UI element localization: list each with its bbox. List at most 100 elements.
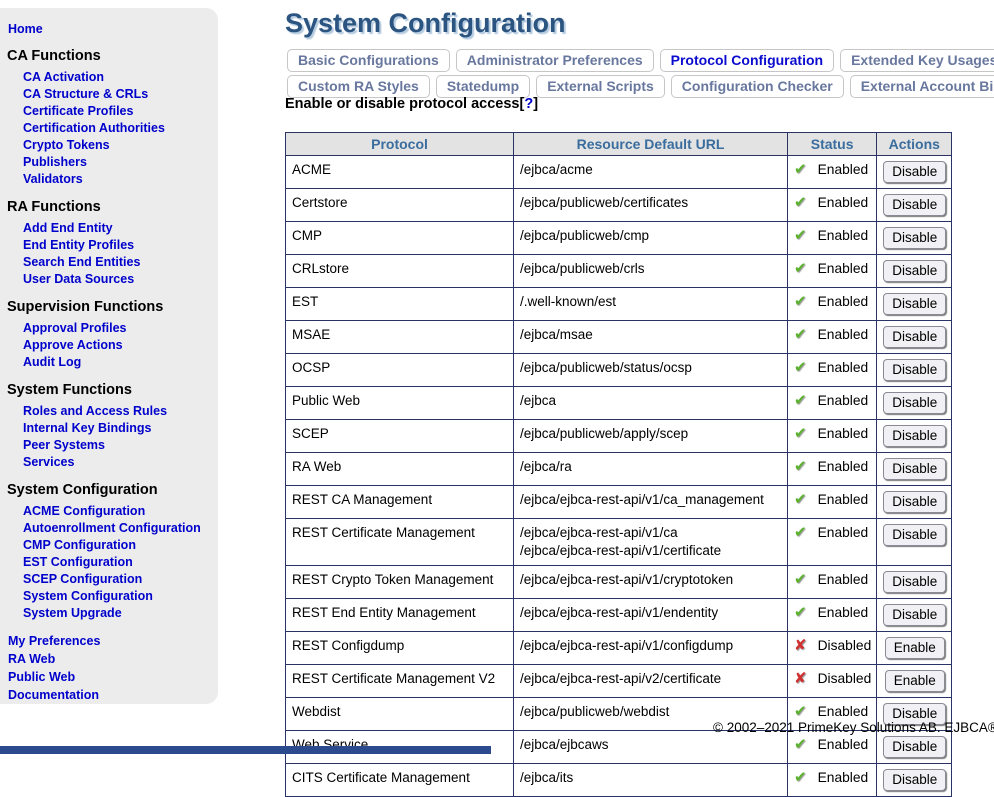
sidebar-item-end-entity-profiles[interactable]: End Entity Profiles: [23, 237, 218, 254]
table-row: REST CA Management/ejbca/ejbca-rest-api/…: [286, 486, 952, 519]
disable-button[interactable]: Disable: [883, 524, 946, 546]
resource-url: /ejbca/msae: [520, 326, 782, 344]
disable-button[interactable]: Disable: [883, 425, 946, 447]
protocol-name-cell: CRLstore: [286, 255, 514, 288]
enabled-check-icon: ✔: [794, 162, 807, 178]
sidebar-item-documentation[interactable]: Documentation: [8, 686, 218, 704]
disable-button[interactable]: Disable: [883, 392, 946, 414]
tab-administrator-preferences[interactable]: Administrator Preferences: [456, 49, 654, 72]
enabled-check-icon: ✔: [794, 737, 807, 753]
section-heading-text: Enable or disable protocol access: [285, 96, 520, 112]
sidebar-item-certification-authorities[interactable]: Certification Authorities: [23, 120, 218, 137]
disable-button[interactable]: Disable: [883, 359, 946, 381]
sidebar-item-ca-structure-crls[interactable]: CA Structure & CRLs: [23, 86, 218, 103]
enable-button[interactable]: Enable: [885, 670, 945, 692]
resource-url-cell: /ejbca/publicweb/certificates: [514, 189, 788, 222]
sidebar-item-user-data-sources[interactable]: User Data Sources: [23, 271, 218, 288]
resource-url-cell: /ejbca/ejbca-rest-api/v2/certificate: [514, 665, 788, 698]
sidebar-item-cmp-configuration[interactable]: CMP Configuration: [23, 537, 218, 554]
enable-button[interactable]: Enable: [885, 637, 945, 659]
status-wrap: ✘Disabled: [794, 670, 871, 688]
tab-bar: Basic Configurations Administrator Prefer…: [287, 49, 994, 101]
resource-url-cell: /ejbca/ra: [514, 453, 788, 486]
table-row: REST End Entity Management/ejbca/ejbca-r…: [286, 599, 952, 632]
sidebar-item-approve-actions[interactable]: Approve Actions: [23, 337, 218, 354]
sidebar-item-publishers[interactable]: Publishers: [23, 154, 218, 171]
sidebar-item-home[interactable]: Home: [8, 21, 218, 37]
enabled-check-icon: ✔: [794, 393, 807, 409]
enabled-check-icon: ✔: [794, 770, 807, 786]
status-label: Enabled: [818, 359, 869, 377]
sidebar-item-ra-web[interactable]: RA Web: [8, 650, 218, 668]
sidebar-item-search-end-entities[interactable]: Search End Entities: [23, 254, 218, 271]
sidebar-item-est-configuration[interactable]: EST Configuration: [23, 554, 218, 571]
disable-button[interactable]: Disable: [883, 260, 946, 282]
sidebar-item-validators[interactable]: Validators: [23, 171, 218, 188]
actions-cell: Disable: [877, 255, 952, 288]
disable-button[interactable]: Disable: [883, 227, 946, 249]
sidebar-item-services[interactable]: Services: [23, 454, 218, 471]
sidebar-item-autoenrollment-configuration[interactable]: Autoenrollment Configuration: [23, 520, 218, 537]
resource-url: /ejbca/publicweb/certificates: [520, 194, 782, 212]
status-wrap: ✔Enabled: [794, 359, 871, 377]
status-label: Enabled: [818, 604, 869, 622]
tab-protocol-configuration[interactable]: Protocol Configuration: [660, 49, 834, 72]
table-row: OCSP/ejbca/publicweb/status/ocsp✔Enabled…: [286, 354, 952, 387]
disable-button[interactable]: Disable: [883, 604, 946, 626]
sidebar-item-ca-activation[interactable]: CA Activation: [23, 69, 218, 86]
status-wrap: ✘Disabled: [794, 637, 871, 655]
help-link[interactable]: ?: [524, 96, 533, 112]
protocol-name-cell: RA Web: [286, 453, 514, 486]
status-cell: ✔Enabled: [788, 222, 877, 255]
sidebar-item-add-end-entity[interactable]: Add End Entity: [23, 220, 218, 237]
tab-row-1: Basic Configurations Administrator Prefer…: [287, 49, 994, 72]
table-row: ACME/ejbca/acme✔EnabledDisable: [286, 156, 952, 189]
sidebar-item-audit-log[interactable]: Audit Log: [23, 354, 218, 371]
tab-statedump[interactable]: Statedump: [436, 75, 530, 98]
status-label: Enabled: [818, 458, 869, 476]
actions-cell: Enable: [877, 665, 952, 698]
column-header-protocol: Protocol: [286, 133, 514, 156]
sidebar-item-internal-key-bindings[interactable]: Internal Key Bindings: [23, 420, 218, 437]
disable-button[interactable]: Disable: [883, 458, 946, 480]
tab-custom-ra-styles[interactable]: Custom RA Styles: [287, 75, 430, 98]
sidebar-item-crypto-tokens[interactable]: Crypto Tokens: [23, 137, 218, 154]
sidebar-item-public-web[interactable]: Public Web: [8, 668, 218, 686]
enabled-check-icon: ✔: [794, 492, 807, 508]
disable-button[interactable]: Disable: [883, 769, 946, 791]
tab-external-account-bindings[interactable]: External Account Bindings: [850, 75, 994, 98]
sidebar-item-my-preferences[interactable]: My Preferences: [8, 632, 218, 650]
disable-button[interactable]: Disable: [883, 161, 946, 183]
sidebar-item-approval-profiles[interactable]: Approval Profiles: [23, 320, 218, 337]
status-wrap: ✔Enabled: [794, 458, 871, 476]
status-cell: ✔Enabled: [788, 255, 877, 288]
actions-cell: Disable: [877, 321, 952, 354]
sidebar-item-certificate-profiles[interactable]: Certificate Profiles: [23, 103, 218, 120]
protocol-name-cell: CITS Certificate Management: [286, 764, 514, 797]
table-row: CITS Certificate Management/ejbca/its✔En…: [286, 764, 952, 797]
sidebar-item-system-configuration[interactable]: System Configuration: [23, 588, 218, 605]
resource-url-cell: /ejbca/msae: [514, 321, 788, 354]
disable-button[interactable]: Disable: [883, 571, 946, 593]
sidebar-item-system-upgrade[interactable]: System Upgrade: [23, 605, 218, 622]
resource-url: /ejbca/ejbca-rest-api/v1/ca: [520, 524, 782, 542]
disable-button[interactable]: Disable: [883, 293, 946, 315]
sidebar-item-peer-systems[interactable]: Peer Systems: [23, 437, 218, 454]
tab-configuration-checker[interactable]: Configuration Checker: [671, 75, 844, 98]
column-header-status: Status: [788, 133, 877, 156]
disable-button[interactable]: Disable: [883, 326, 946, 348]
disable-button[interactable]: Disable: [883, 491, 946, 513]
status-label: Enabled: [818, 425, 869, 443]
enabled-check-icon: ✔: [794, 261, 807, 277]
tab-external-scripts[interactable]: External Scripts: [536, 75, 665, 98]
tab-extended-key-usages[interactable]: Extended Key Usages: [840, 49, 994, 72]
tab-basic-configurations[interactable]: Basic Configurations: [287, 49, 450, 72]
page-title: System Configuration: [285, 8, 566, 39]
resource-url-cell: /ejbca/ejbca-rest-api/v1/configdump: [514, 632, 788, 665]
sidebar-item-scep-configuration[interactable]: SCEP Configuration: [23, 571, 218, 588]
sidebar-item-acme-configuration[interactable]: ACME Configuration: [23, 503, 218, 520]
sidebar-item-roles-and-access-rules[interactable]: Roles and Access Rules: [23, 403, 218, 420]
disable-button[interactable]: Disable: [883, 194, 946, 216]
actions-cell: Enable: [877, 632, 952, 665]
disable-button[interactable]: Disable: [883, 736, 946, 758]
